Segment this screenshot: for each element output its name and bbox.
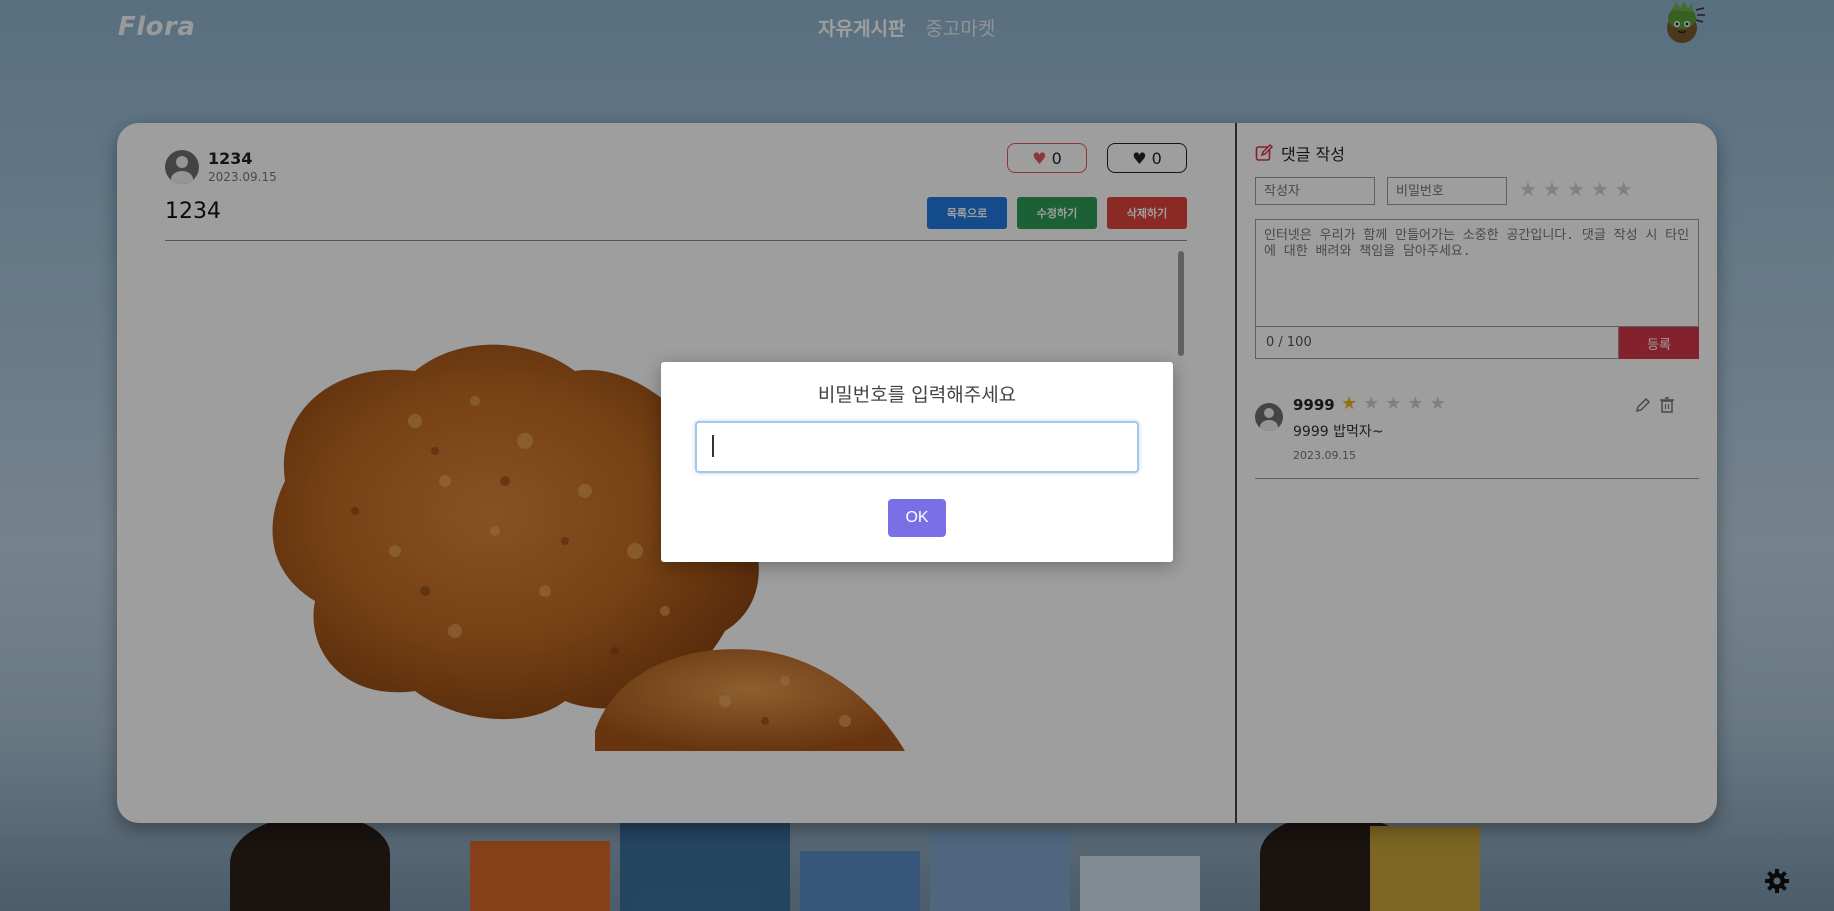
password-modal: 비밀번호를 입력해주세요 OK [661, 362, 1173, 562]
password-input[interactable] [695, 421, 1139, 473]
text-caret [712, 435, 714, 457]
ok-button[interactable]: OK [888, 499, 946, 537]
modal-title: 비밀번호를 입력해주세요 [817, 384, 1017, 406]
